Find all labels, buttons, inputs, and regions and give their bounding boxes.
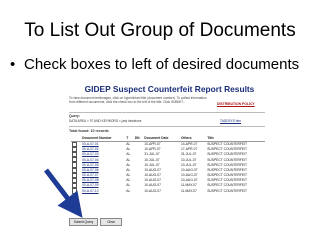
- row-checkbox[interactable]: [72, 188, 78, 194]
- bullet-icon: •: [10, 56, 16, 73]
- title-cell: SUSPECT COUNTERFEIT: [207, 188, 248, 193]
- help-link[interactable]: TADDSYS.htm: [220, 119, 241, 123]
- results-table: Document Number T DN Document Date Other…: [71, 136, 265, 194]
- clear-button[interactable]: Clear: [100, 218, 122, 226]
- report-results-screenshot: GIDEP Suspect Counterfeit Report Results…: [67, 82, 267, 230]
- divider: [69, 112, 265, 113]
- query-text: DATA AREA = 97 AND KEYWORD = jzsk devisi…: [69, 119, 142, 123]
- bullet-text: Check boxes to left of desired documents: [24, 56, 300, 73]
- query-label: Query:: [69, 114, 80, 118]
- document-number-link[interactable]: 00-A-07-10: [81, 188, 125, 193]
- total-found-text: Total found: 10 records: [69, 129, 109, 133]
- date-cell: 10-AUG-07: [144, 188, 161, 193]
- slide-title: To List Out Group of Documents: [24, 20, 296, 41]
- table-row: 00-A-07-10 AL 10-AUG-07 11-MAY-07 SUSPECT CO…: [71, 188, 265, 194]
- page-title: GIDEP Suspect Counterfeit Report Results: [84, 84, 255, 94]
- bullet-point: • Check boxes to left of desired document…: [10, 56, 316, 73]
- divider: [69, 126, 265, 127]
- type-cell: AL: [126, 188, 131, 193]
- submit-query-button[interactable]: Submit Query: [69, 218, 98, 226]
- intro-text: To view document textimages, click on hy…: [69, 96, 207, 105]
- distribution-policy-link[interactable]: DISTRIBUTION POLICY: [217, 102, 255, 106]
- others-cell: 11-MAY-07: [180, 188, 197, 193]
